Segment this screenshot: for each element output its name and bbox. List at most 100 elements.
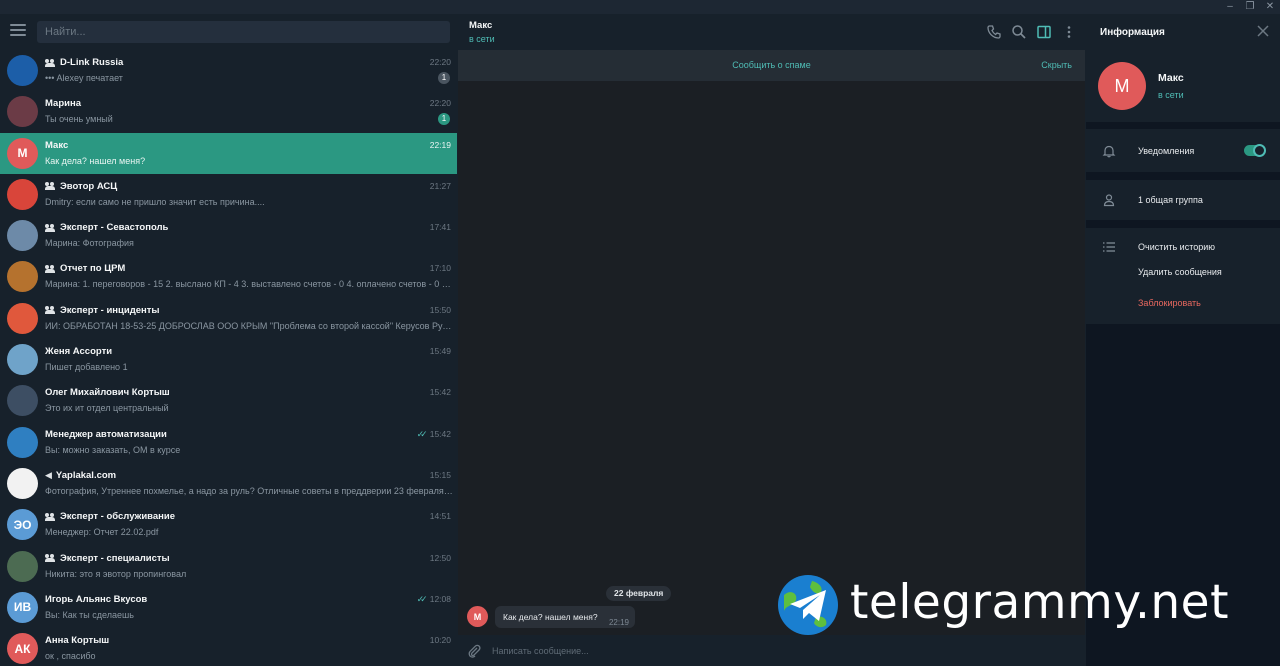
common-groups-row[interactable]: 1 общая группа xyxy=(1086,180,1280,220)
actions-block: Очистить историю Удалить сообщения Забло… xyxy=(1086,228,1280,324)
phone-icon[interactable] xyxy=(986,24,1002,40)
unread-badge: 1 xyxy=(438,72,450,84)
chat-list-item[interactable]: Женя Ассорти 15:49 Пишет добавлено 1 xyxy=(0,339,457,380)
chat-list-item[interactable]: Отчет по ЦРМ 17:10 Марина: 1. переговоров … xyxy=(0,256,457,297)
chat-time-text: 15:50 xyxy=(429,304,451,315)
profile-avatar[interactable]: M xyxy=(1098,62,1146,110)
chat-time: 15:49 xyxy=(430,346,451,356)
close-window-button[interactable]: ✕ xyxy=(1262,0,1278,14)
group-icon xyxy=(45,554,56,563)
chat-list-item[interactable]: Менеджер автоматизации ✓✓ 15:42 Вы: можно з… xyxy=(0,422,457,463)
chat-list-item[interactable]: M Макс 22:19 Как дела? нашел меня? xyxy=(0,132,457,174)
chat-avatar xyxy=(7,550,38,582)
chat-name-text: Отчет по ЦРМ xyxy=(60,263,126,275)
attach-icon[interactable] xyxy=(467,643,481,659)
chat-avatar xyxy=(7,302,38,334)
chat-name-text: Макс xyxy=(45,139,69,151)
minimize-button[interactable]: – xyxy=(1222,0,1238,14)
close-icon[interactable] xyxy=(1256,24,1270,38)
chat-time-text: 12:08 xyxy=(429,594,451,605)
group-icon xyxy=(45,306,56,315)
chat-time: 14:51 xyxy=(430,511,451,521)
chat-time-text: 22:19 xyxy=(429,139,451,150)
chat-time: 15:50 xyxy=(430,305,451,315)
chat-last-message: Ты очень умный xyxy=(45,114,113,125)
chat-name: Марина xyxy=(45,98,81,109)
chat-time: 22:20 xyxy=(430,98,451,108)
message-input[interactable] xyxy=(492,642,1012,660)
watermark-text: telegrammy.net xyxy=(850,575,1230,630)
notifications-label: Уведомления xyxy=(1138,146,1195,156)
hamburger-menu-icon[interactable] xyxy=(10,24,26,38)
chat-avatar xyxy=(7,385,38,417)
chat-list-item[interactable]: Марина 22:20 Ты очень умный 1 xyxy=(0,91,457,132)
chat-list-item[interactable]: Эксперт - Севастополь 17:41 Марина: Фотогр… xyxy=(0,215,457,256)
block-user-link[interactable]: Заблокировать xyxy=(1138,298,1201,308)
chat-avatar xyxy=(7,426,38,458)
group-icon xyxy=(45,182,56,191)
sidebar-toggle-icon[interactable] xyxy=(1036,24,1052,40)
chat-time-text: 15:15 xyxy=(429,469,451,480)
chat-name: Макс xyxy=(45,140,68,151)
chat-last-message: ••• Alexey печатает xyxy=(45,73,123,83)
chat-name-text: Эксперт - инциденты xyxy=(60,304,160,316)
chat-time-text: 22:20 xyxy=(429,98,451,109)
conversation-status: в сети xyxy=(469,34,495,44)
chat-name: Эксперт - Севастополь xyxy=(45,222,168,233)
person-icon xyxy=(1103,194,1115,207)
chat-name: Эксперт - инциденты xyxy=(45,305,160,316)
chat-name-text: Женя Ассорти xyxy=(45,346,113,358)
chat-name: Анна Кортыш xyxy=(45,635,109,646)
read-checkmark-icon: ✓✓ xyxy=(416,428,428,439)
chat-time: 12:50 xyxy=(430,553,451,563)
chat-list-item[interactable]: Олег Михайлович Кортыш 15:42 Это их ит отд… xyxy=(0,380,457,421)
chat-avatar xyxy=(7,467,38,499)
watermark: telegrammy.net xyxy=(776,573,1262,637)
chat-list-item[interactable]: ИВ Игорь Альянс Вкусов ✓✓ 12:08 Вы: Как ты с… xyxy=(0,587,457,628)
chat-list-item[interactable]: ◀ Yaplakal.com 15:15 Фотография, Утреннее п… xyxy=(0,463,457,504)
more-options-icon[interactable] xyxy=(1061,24,1077,40)
chat-time-text: 22:20 xyxy=(429,57,451,67)
info-header: Информация xyxy=(1086,14,1280,50)
common-groups-label: 1 общая группа xyxy=(1138,195,1203,205)
conversation-title[interactable]: Макс xyxy=(469,20,492,31)
message-bubble[interactable]: Как дела? нашел меня? 22:19 xyxy=(495,606,635,628)
telegram-globe-logo-icon xyxy=(778,575,838,635)
chat-list-item[interactable]: Эвотор АСЦ 21:27 Dmitry: если само не приш… xyxy=(0,174,457,215)
chat-list-item[interactable]: ЭО Эксперт - обслуживание 14:51 Менеджер: О… xyxy=(0,504,457,545)
report-spam-link[interactable]: Сообщить о спаме xyxy=(458,60,1085,70)
chat-avatar xyxy=(7,96,38,128)
message-time: 22:19 xyxy=(608,618,629,627)
chat-name: Менеджер автоматизации xyxy=(45,429,167,440)
chat-time: 22:20 xyxy=(430,57,451,67)
chat-list-item[interactable]: Эксперт - специалисты 12:50 Никита: это я … xyxy=(0,546,457,587)
maximize-button[interactable]: ❐ xyxy=(1242,0,1258,14)
message-avatar[interactable]: M xyxy=(467,606,488,627)
search-icon[interactable] xyxy=(1011,24,1027,40)
chat-list-item[interactable]: D-Link Russia 22:20 ••• Alexey печатает 1 xyxy=(0,50,457,91)
notifications-toggle[interactable] xyxy=(1244,144,1266,157)
chat-name: Женя Ассорти xyxy=(45,346,112,357)
chat-last-message: Марина: 1. переговоров - 15 2. выслано К… xyxy=(45,279,453,290)
conversation-header: Макс в сети xyxy=(458,14,1085,50)
info-panel: Информация M Макс в сети Уведомления 1 о… xyxy=(1086,14,1280,666)
chat-list-item[interactable]: Эксперт - инциденты 15:50 ИИ: ОБРАБОТАН 18… xyxy=(0,298,457,339)
chat-name-text: Олег Михайлович Кортыш xyxy=(45,387,170,399)
chat-time-text: 15:42 xyxy=(429,387,451,398)
profile-card: M Макс в сети xyxy=(1086,50,1280,122)
delete-messages-link[interactable]: Удалить сообщения xyxy=(1138,267,1222,277)
read-checkmark-icon: ✓✓ xyxy=(416,593,428,604)
chat-name-text: D-Link Russia xyxy=(60,57,124,68)
chat-name: ◀ Yaplakal.com xyxy=(45,470,116,481)
message-text: Как дела? нашел меня? xyxy=(503,612,598,622)
unread-badge: 1 xyxy=(438,113,450,126)
chat-list-item[interactable]: АК Анна Кортыш 10:20 ок , спасибо xyxy=(0,628,457,666)
notifications-row[interactable]: Уведомления xyxy=(1086,129,1280,172)
chat-avatar xyxy=(7,344,38,376)
chat-name: Отчет по ЦРМ xyxy=(45,263,125,274)
clear-history-link[interactable]: Очистить историю xyxy=(1138,242,1215,252)
hide-spam-bar-link[interactable]: Скрыть xyxy=(1041,60,1072,70)
chat-avatar: ИВ xyxy=(7,591,38,623)
chat-avatar xyxy=(7,55,38,86)
search-input[interactable] xyxy=(37,21,450,43)
